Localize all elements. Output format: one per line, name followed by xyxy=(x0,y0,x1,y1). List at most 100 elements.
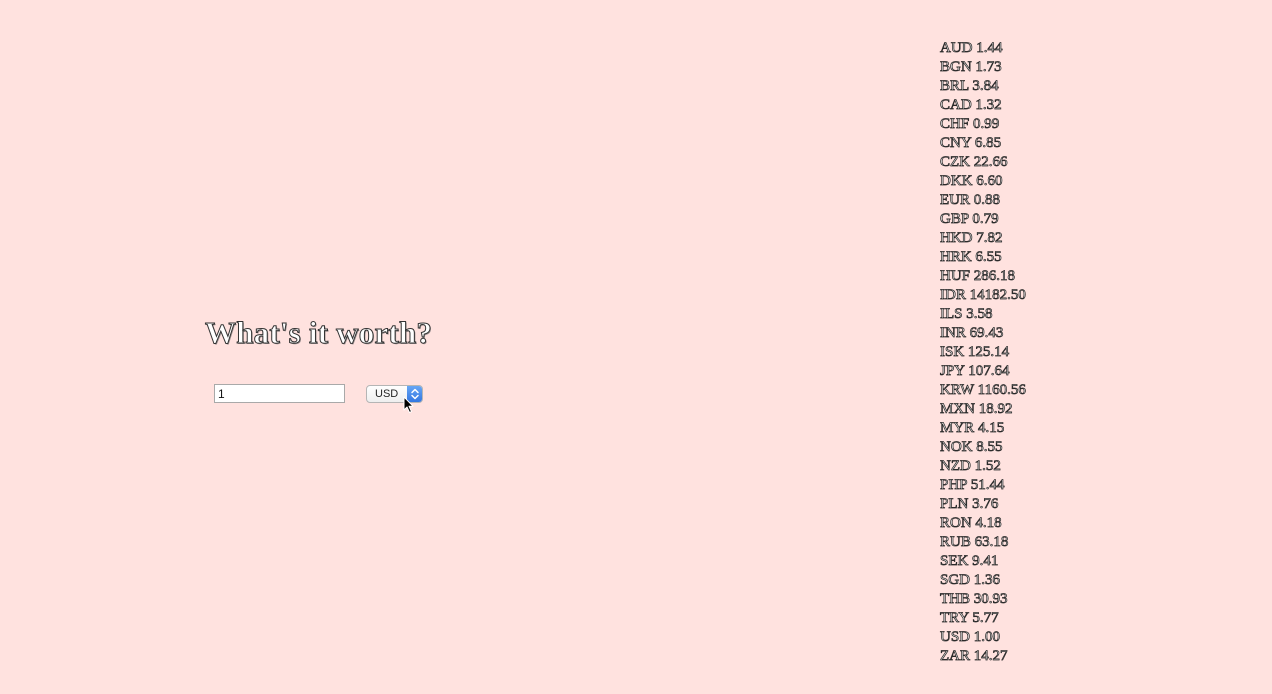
rate-code: EUR xyxy=(940,192,971,209)
currency-select-value: USD xyxy=(375,388,399,400)
rate-value: 8.55 xyxy=(976,439,1003,456)
rate-value: 4.15 xyxy=(977,420,1005,437)
rate-code: THB xyxy=(940,591,971,608)
rate-value: 5.77 xyxy=(972,610,999,627)
rate-item-try: TRY 5.77 xyxy=(940,609,1026,628)
rate-item-isk: ISK 125.14 xyxy=(940,343,1026,362)
rate-value: 1.36 xyxy=(973,572,1001,589)
rate-item-nok: NOK 8.55 xyxy=(940,438,1026,457)
rate-value: 1.44 xyxy=(976,40,1003,57)
rate-code: PLN xyxy=(940,496,969,513)
rate-code: GBP xyxy=(940,211,969,228)
rate-value: 6.85 xyxy=(974,135,1002,152)
rate-value: 63.18 xyxy=(974,534,1009,551)
rate-value: 3.76 xyxy=(972,496,999,513)
rate-code: NZD xyxy=(940,458,972,475)
rate-value: 3.84 xyxy=(972,78,999,95)
rate-item-hkd: HKD 7.82 xyxy=(940,229,1026,248)
mouse-pointer-icon xyxy=(403,396,414,413)
rate-code: MYR xyxy=(940,420,975,437)
rate-item-cad: CAD 1.32 xyxy=(940,96,1026,115)
rate-code: HUF xyxy=(940,268,971,285)
rate-code: INR xyxy=(940,325,967,342)
rate-item-php: PHP 51.44 xyxy=(940,476,1026,495)
rate-value: 14182.50 xyxy=(969,287,1026,304)
rate-item-czk: CZK 22.66 xyxy=(940,153,1026,172)
rate-value: 286.18 xyxy=(973,268,1016,285)
rate-item-gbp: GBP 0.79 xyxy=(940,210,1026,229)
exchange-rates-list: AUD 1.44 BGN 1.73 BRL 3.84 CAD 1.32 CHF 0.99… xyxy=(940,39,1027,666)
rate-code: CHF xyxy=(940,116,970,133)
rate-item-hrk: HRK 6.55 xyxy=(940,248,1026,267)
page-title: What's it worth? xyxy=(204,315,433,351)
rate-value: 14.27 xyxy=(973,648,1008,665)
rate-code: CZK xyxy=(940,154,971,171)
rate-code: DKK xyxy=(940,173,973,190)
rate-item-usd: USD 1.00 xyxy=(940,628,1026,647)
rate-item-cny: CNY 6.85 xyxy=(940,134,1026,153)
rate-code: RUB xyxy=(940,534,972,551)
rate-value: 3.58 xyxy=(966,306,993,323)
rate-item-zar: ZAR 14.27 xyxy=(940,647,1026,666)
rate-item-thb: THB 30.93 xyxy=(940,590,1026,609)
rate-item-bgn: BGN 1.73 xyxy=(940,58,1026,77)
rate-code: TRY xyxy=(940,610,969,627)
rate-item-sgd: SGD 1.36 xyxy=(940,571,1026,590)
rate-code: HRK xyxy=(940,249,972,266)
rate-item-rub: RUB 63.18 xyxy=(940,533,1026,552)
rate-item-pln: PLN 3.76 xyxy=(940,495,1026,514)
rate-item-inr: INR 69.43 xyxy=(940,324,1026,343)
rate-value: 1.73 xyxy=(975,59,1002,76)
rate-value: 1160.56 xyxy=(977,382,1026,399)
amount-input[interactable] xyxy=(214,384,345,403)
rate-value: 7.82 xyxy=(976,230,1003,247)
rate-code: KRW xyxy=(940,382,975,399)
rate-value: 4.18 xyxy=(975,515,1002,532)
rate-value: 9.41 xyxy=(972,553,999,570)
rate-value: 6.60 xyxy=(976,173,1003,190)
rate-item-myr: MYR 4.15 xyxy=(940,419,1026,438)
rate-code: ILS xyxy=(940,306,963,323)
rate-item-huf: HUF 286.18 xyxy=(940,267,1026,286)
rate-code: AUD xyxy=(940,40,973,57)
rate-code: SEK xyxy=(940,553,969,570)
rate-value: 51.44 xyxy=(970,477,1005,494)
rate-item-sek: SEK 9.41 xyxy=(940,552,1026,571)
rate-value: 0.79 xyxy=(972,211,999,228)
rate-code: CAD xyxy=(940,97,972,114)
rate-item-ils: ILS 3.58 xyxy=(940,305,1026,324)
rate-value: 6.55 xyxy=(975,249,1002,266)
rate-value: 22.66 xyxy=(973,154,1008,171)
rate-code: HKD xyxy=(940,230,973,247)
rate-code: USD xyxy=(940,629,971,646)
rate-item-mxn: MXN 18.92 xyxy=(940,400,1026,419)
rate-code: MXN xyxy=(940,401,976,418)
rate-item-chf: CHF 0.99 xyxy=(940,115,1026,134)
rate-value: 0.99 xyxy=(972,116,1000,133)
rate-value: 1.52 xyxy=(974,458,1001,475)
rate-value: 30.93 xyxy=(973,591,1008,608)
rate-code: BRL xyxy=(940,78,969,95)
rate-item-ron: RON 4.18 xyxy=(940,514,1026,533)
rate-item-brl: BRL 3.84 xyxy=(940,77,1026,96)
rate-item-aud: AUD 1.44 xyxy=(940,39,1026,58)
rate-code: NOK xyxy=(940,439,973,456)
rate-item-dkk: DKK 6.60 xyxy=(940,172,1026,191)
rate-code: CNY xyxy=(940,135,972,152)
rate-value: 0.88 xyxy=(973,192,1000,209)
rate-value: 125.14 xyxy=(967,344,1010,361)
rate-value: 18.92 xyxy=(978,401,1013,418)
rate-code: PHP xyxy=(940,477,968,494)
rate-value: 1.32 xyxy=(975,97,1002,114)
rate-value: 1.00 xyxy=(973,629,1001,646)
rate-code: IDR xyxy=(940,287,967,304)
rate-code: RON xyxy=(940,515,972,532)
rate-value: 69.43 xyxy=(969,325,1004,342)
rate-item-nzd: NZD 1.52 xyxy=(940,457,1026,476)
rate-code: ZAR xyxy=(940,648,971,665)
rate-code: JPY xyxy=(940,363,965,380)
rate-code: ISK xyxy=(940,344,965,361)
rate-item-jpy: JPY 107.64 xyxy=(940,362,1026,381)
rate-item-eur: EUR 0.88 xyxy=(940,191,1026,210)
rate-item-krw: KRW 1160.56 xyxy=(940,381,1027,400)
